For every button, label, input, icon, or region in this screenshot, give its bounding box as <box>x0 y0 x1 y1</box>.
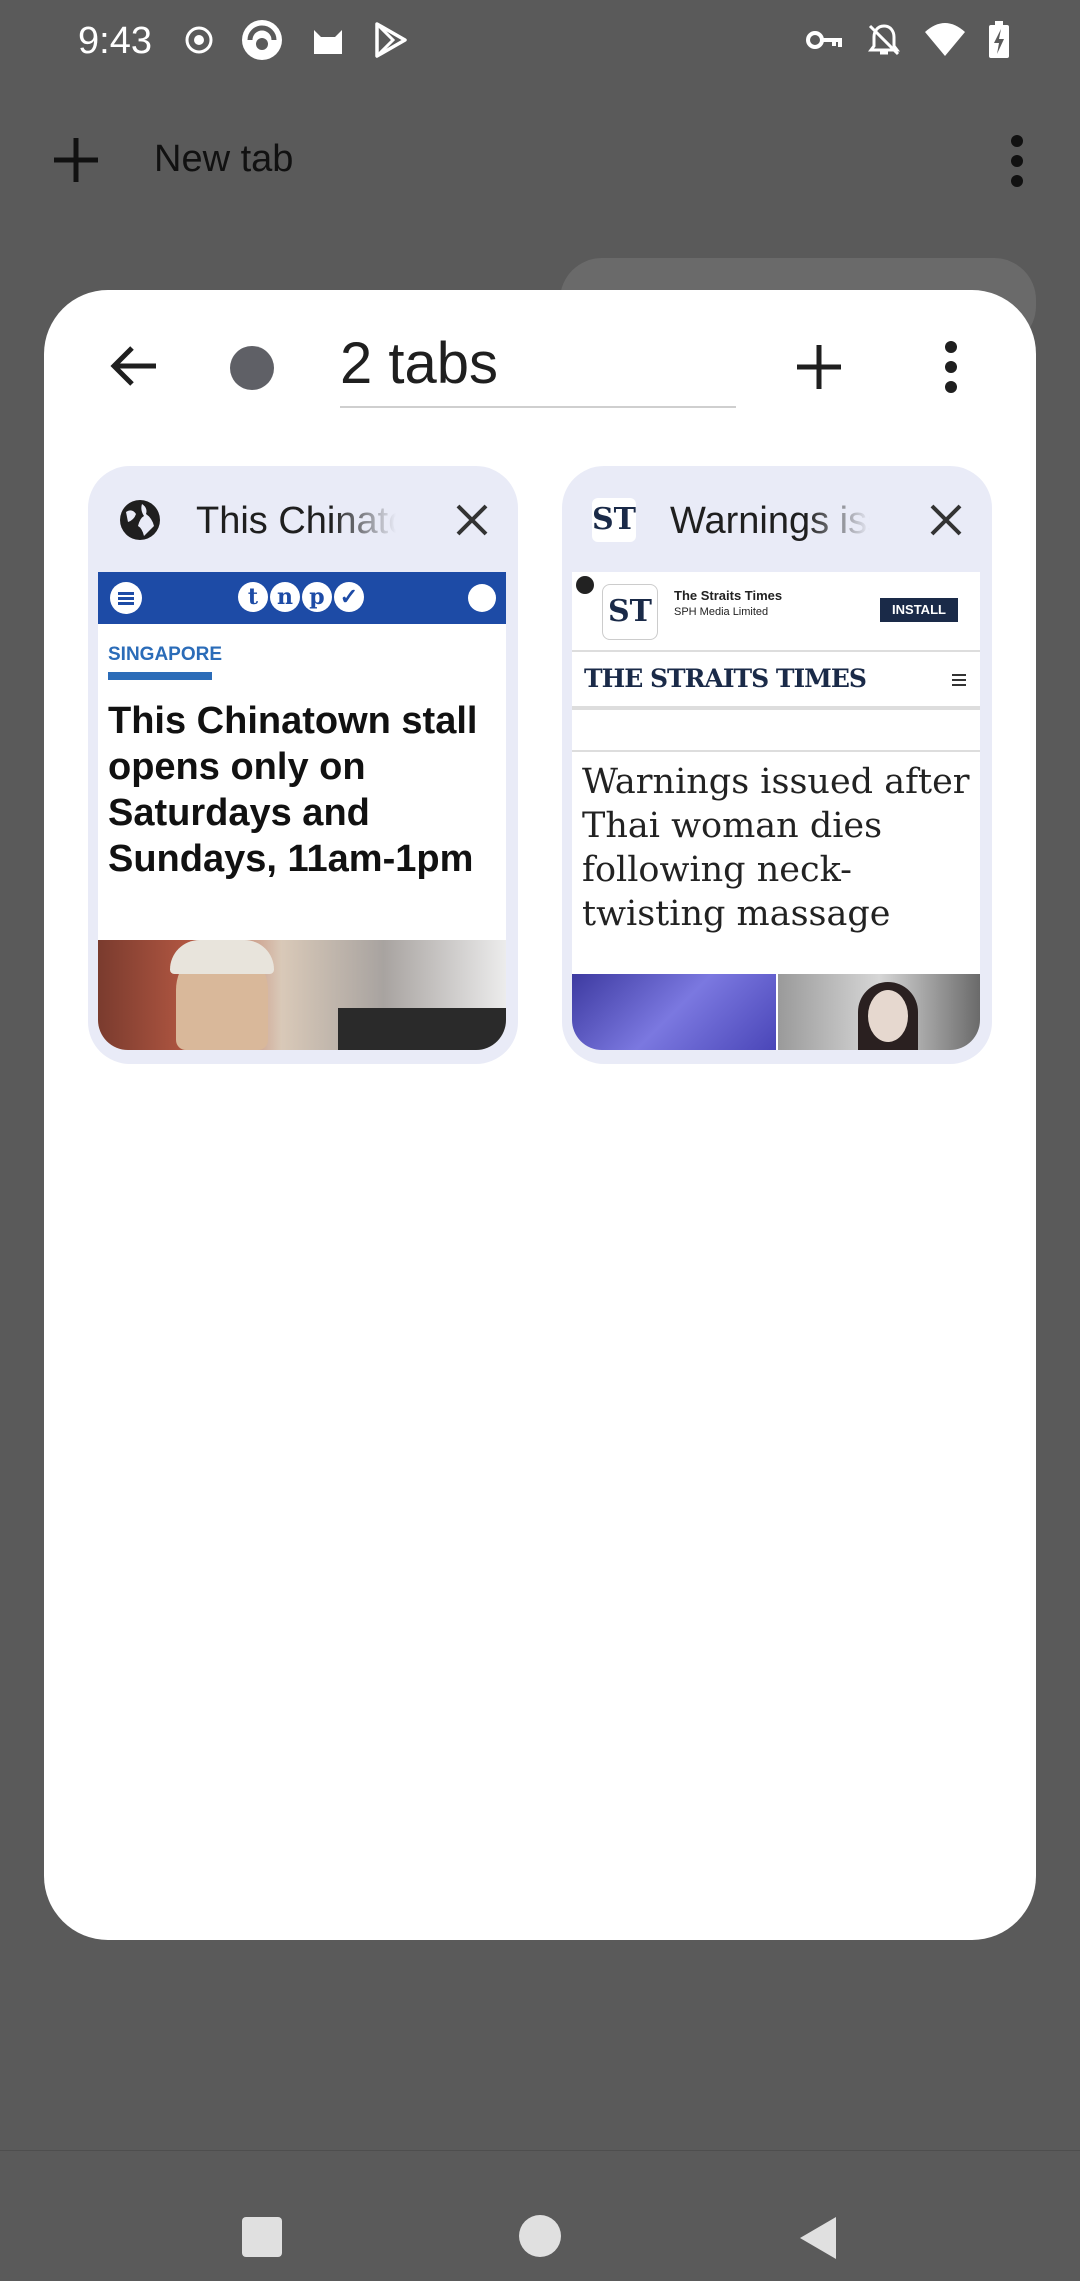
portrait-face <box>868 990 908 1042</box>
banner-close-icon <box>576 576 594 594</box>
masthead-title: THE STRAITS TIMES <box>584 664 867 693</box>
tab-title: This Chinatown stall opens only on Satur… <box>196 500 396 542</box>
more-options-icon[interactable] <box>1010 134 1024 188</box>
battery-charging-icon <box>989 21 1009 58</box>
group-color-dot[interactable] <box>230 346 274 390</box>
app-name: The Straits Times <box>674 588 783 603</box>
wifi-icon <box>925 23 965 56</box>
article-headline: Warnings issued after Thai woman dies fo… <box>582 762 970 934</box>
install-button: INSTALL <box>880 598 958 622</box>
article-headline: This Chinatown stall opens only on Satur… <box>108 700 478 880</box>
app-logo-icon <box>242 20 282 60</box>
close-icon[interactable] <box>454 502 490 538</box>
tab-group-header: 2 tabs <box>44 290 1036 440</box>
tab-card-1[interactable]: This Chinatown stall opens only on Satur… <box>88 466 518 1064</box>
tab-thumbnail: t n p ✓ SINGAPORE This Chinatown stall o… <box>98 572 506 1050</box>
status-bar: 9:43 <box>0 0 1080 86</box>
status-time: 9:43 <box>78 20 152 62</box>
logo-letter: t <box>238 582 268 612</box>
recents-button[interactable] <box>242 2217 282 2257</box>
status-right-icons <box>804 20 1010 60</box>
home-button[interactable] <box>519 2215 561 2257</box>
tab-thumbnail: ST The Straits Times SPH Media Limited I… <box>572 572 980 1050</box>
masthead: THE STRAITS TIMES <box>572 652 980 710</box>
category-underline <box>108 672 212 680</box>
tab-card-header: This Chinatown stall opens only on Satur… <box>88 466 518 572</box>
app-install-banner: ST The Straits Times SPH Media Limited I… <box>572 572 980 652</box>
logo-letter: n <box>270 582 300 612</box>
ad-gap <box>572 722 980 752</box>
group-title-field[interactable]: 2 tabs <box>340 330 736 408</box>
tab-card-2[interactable]: ST Warnings issued after Thai woman dies… <box>562 466 992 1064</box>
site-header-icon <box>468 584 496 612</box>
site-header: t n p ✓ <box>98 572 506 624</box>
site-logo: t n p ✓ <box>238 582 364 612</box>
status-left-icons <box>184 18 410 62</box>
group-menu-icon[interactable] <box>944 340 958 394</box>
app-publisher: SPH Media Limited <box>674 606 769 618</box>
photo-menu-board <box>338 1008 506 1050</box>
back-arrow-icon[interactable] <box>106 338 162 394</box>
add-tab-icon[interactable] <box>792 340 846 394</box>
play-store-icon <box>375 22 407 58</box>
article-category: SINGAPORE <box>108 644 223 665</box>
vpn-key-icon <box>806 31 842 49</box>
record-icon <box>185 26 213 54</box>
back-triangle-icon[interactable] <box>796 2215 840 2261</box>
hamburger-icon <box>110 582 142 614</box>
app-icon: ST <box>602 584 658 640</box>
new-tab-plus-icon[interactable] <box>50 134 102 186</box>
notifications-off-icon <box>868 24 900 56</box>
hamburger-icon <box>952 674 966 689</box>
tab-card-header: ST Warnings issued after Thai woman dies… <box>562 466 992 572</box>
toolbar: New tab <box>0 110 1080 210</box>
globe-icon <box>120 500 160 540</box>
photo-cap <box>170 940 274 974</box>
system-nav-bar <box>0 2150 1080 2281</box>
new-tab-label[interactable]: New tab <box>154 138 293 181</box>
close-icon[interactable] <box>928 502 964 538</box>
logo-letter: p <box>302 582 332 612</box>
cat-icon <box>314 30 342 54</box>
straits-times-favicon: ST <box>592 498 636 542</box>
xray-photo <box>572 974 776 1050</box>
tab-title: Warnings issued after Thai woman dies fo… <box>670 500 870 542</box>
tab-group-dialog: 2 tabs This Chinatown stall opens only o… <box>44 290 1036 1940</box>
logo-letter: ✓ <box>334 582 364 612</box>
